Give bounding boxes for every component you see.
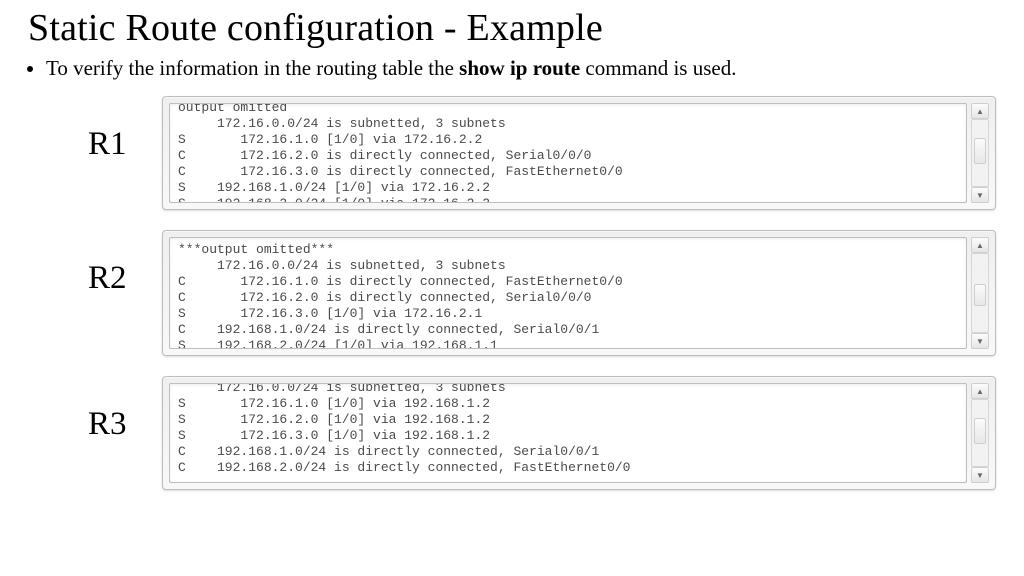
scrollbar[interactable]: ▲ ▼ — [971, 383, 989, 483]
bullet-text-1: To verify the information in the routing… — [46, 56, 459, 80]
scrollbar-thumb[interactable] — [974, 418, 986, 444]
router-row-r2: R2 ***output omitted*** 172.16.0.0/24 is… — [88, 230, 996, 356]
output-panel-r3: 172.16.0.0/24 is subnetted, 3 subnets S … — [162, 376, 996, 490]
triangle-up-icon: ▲ — [976, 387, 984, 396]
scrollbar-track[interactable] — [971, 119, 989, 187]
terminal-output: ***output omitted*** 172.16.0.0/24 is su… — [169, 237, 967, 349]
page-title: Static Route configuration - Example — [28, 6, 996, 50]
triangle-up-icon: ▲ — [976, 107, 984, 116]
router-label: R2 — [88, 230, 134, 297]
scroll-up-button[interactable]: ▲ — [971, 103, 989, 119]
output-panel-r2: ***output omitted*** 172.16.0.0/24 is su… — [162, 230, 996, 356]
scrollbar[interactable]: ▲ ▼ — [971, 237, 989, 349]
terminal-output: output omitted 172.16.0.0/24 is subnette… — [169, 103, 967, 203]
router-label: R3 — [88, 376, 134, 443]
terminal-text: ***output omitted*** 172.16.0.0/24 is su… — [178, 242, 958, 349]
terminal-text: output omitted 172.16.0.0/24 is subnette… — [178, 103, 958, 203]
scrollbar-thumb[interactable] — [974, 284, 986, 306]
scrollbar[interactable]: ▲ ▼ — [971, 103, 989, 203]
triangle-down-icon: ▼ — [976, 191, 984, 200]
router-row-r1: R1 output omitted 172.16.0.0/24 is subne… — [88, 96, 996, 210]
triangle-down-icon: ▼ — [976, 471, 984, 480]
output-panel-r1: output omitted 172.16.0.0/24 is subnette… — [162, 96, 996, 210]
scroll-down-button[interactable]: ▼ — [971, 187, 989, 203]
scroll-up-button[interactable]: ▲ — [971, 383, 989, 399]
terminal-output: 172.16.0.0/24 is subnetted, 3 subnets S … — [169, 383, 967, 483]
scrollbar-thumb[interactable] — [974, 138, 986, 164]
scroll-down-button[interactable]: ▼ — [971, 333, 989, 349]
bullet-list: To verify the information in the routing… — [28, 54, 996, 82]
scrollbar-track[interactable] — [971, 253, 989, 333]
triangle-down-icon: ▼ — [976, 337, 984, 346]
triangle-up-icon: ▲ — [976, 241, 984, 250]
scroll-up-button[interactable]: ▲ — [971, 237, 989, 253]
scroll-down-button[interactable]: ▼ — [971, 467, 989, 483]
bullet-text-2: command is used. — [580, 56, 736, 80]
router-row-r3: R3 172.16.0.0/24 is subnetted, 3 subnets… — [88, 376, 996, 490]
terminal-text: 172.16.0.0/24 is subnetted, 3 subnets S … — [178, 383, 958, 475]
bullet-text-bold: show ip route — [459, 56, 580, 80]
bullet-item: To verify the information in the routing… — [46, 54, 996, 82]
scrollbar-track[interactable] — [971, 399, 989, 467]
router-label: R1 — [88, 96, 134, 163]
